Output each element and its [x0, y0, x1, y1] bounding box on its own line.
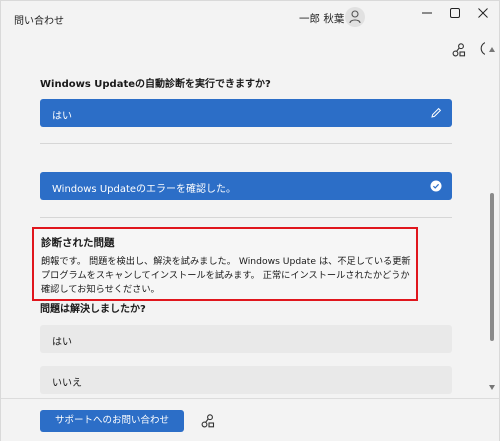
minimize-icon [422, 12, 432, 14]
check-circle-icon [430, 180, 442, 192]
maximize-icon [450, 8, 460, 18]
maximize-button[interactable] [441, 1, 469, 25]
divider [40, 143, 452, 144]
app-title: 問い合わせ [14, 16, 64, 27]
scroll-down-arrow-icon[interactable] [489, 385, 495, 390]
close-button[interactable] [469, 1, 497, 25]
vertical-scrollbar[interactable] [485, 35, 499, 398]
diagnosed-problem-title: 診断された問題 [41, 237, 115, 249]
option-no-button[interactable]: いいえ [40, 366, 452, 394]
selected-answer-label: はい [52, 111, 72, 122]
minimize-button[interactable] [413, 1, 441, 25]
contact-support-button[interactable]: サポートへのお問い合わせ [40, 410, 184, 432]
selected-answer-error-checked[interactable]: Windows Updateのエラーを確認した。 [40, 172, 452, 200]
selected-answer-label: Windows Updateのエラーを確認した。 [52, 184, 237, 195]
selected-answer-yes[interactable]: はい [40, 99, 452, 127]
diagnosed-problem-card: 診断された問題 朗報です。 問題を検出し、解決を試みました。 Windows U… [32, 227, 418, 301]
person-icon [349, 10, 361, 24]
conversation-panel: Windows Updateの自動診断を実行できますか? はい Windows … [1, 35, 485, 398]
option-label: いいえ [52, 378, 82, 389]
scroll-thumb[interactable] [490, 193, 494, 341]
title-bar: 問い合わせ 一郎 秋葉 [1, 1, 499, 35]
question-auto-diagnostic: Windows Updateの自動診断を実行できますか? [40, 79, 271, 90]
option-yes-button[interactable]: はい [40, 325, 452, 353]
footer-bar: サポートへのお問い合わせ [1, 398, 499, 441]
option-label: はい [52, 337, 72, 348]
scroll-up-arrow-icon[interactable] [489, 47, 495, 52]
divider [40, 217, 452, 218]
question-resolved: 問題は解決しましたか? [40, 304, 146, 315]
hierarchy-icon[interactable] [201, 414, 215, 428]
user-name[interactable]: 一郎 秋葉 [299, 11, 344, 26]
diagnosed-problem-body: 朗報です。 問題を検出し、解決を試みました。 Windows Update は、… [41, 256, 411, 295]
close-icon [478, 8, 488, 18]
top-toolbar [1, 35, 485, 65]
avatar[interactable] [345, 7, 365, 27]
edit-icon[interactable] [430, 107, 442, 119]
get-help-window: 問い合わせ 一郎 秋葉 Windows Updateの自動診断を実行できますか?… [0, 0, 500, 441]
hierarchy-icon[interactable] [452, 43, 466, 57]
